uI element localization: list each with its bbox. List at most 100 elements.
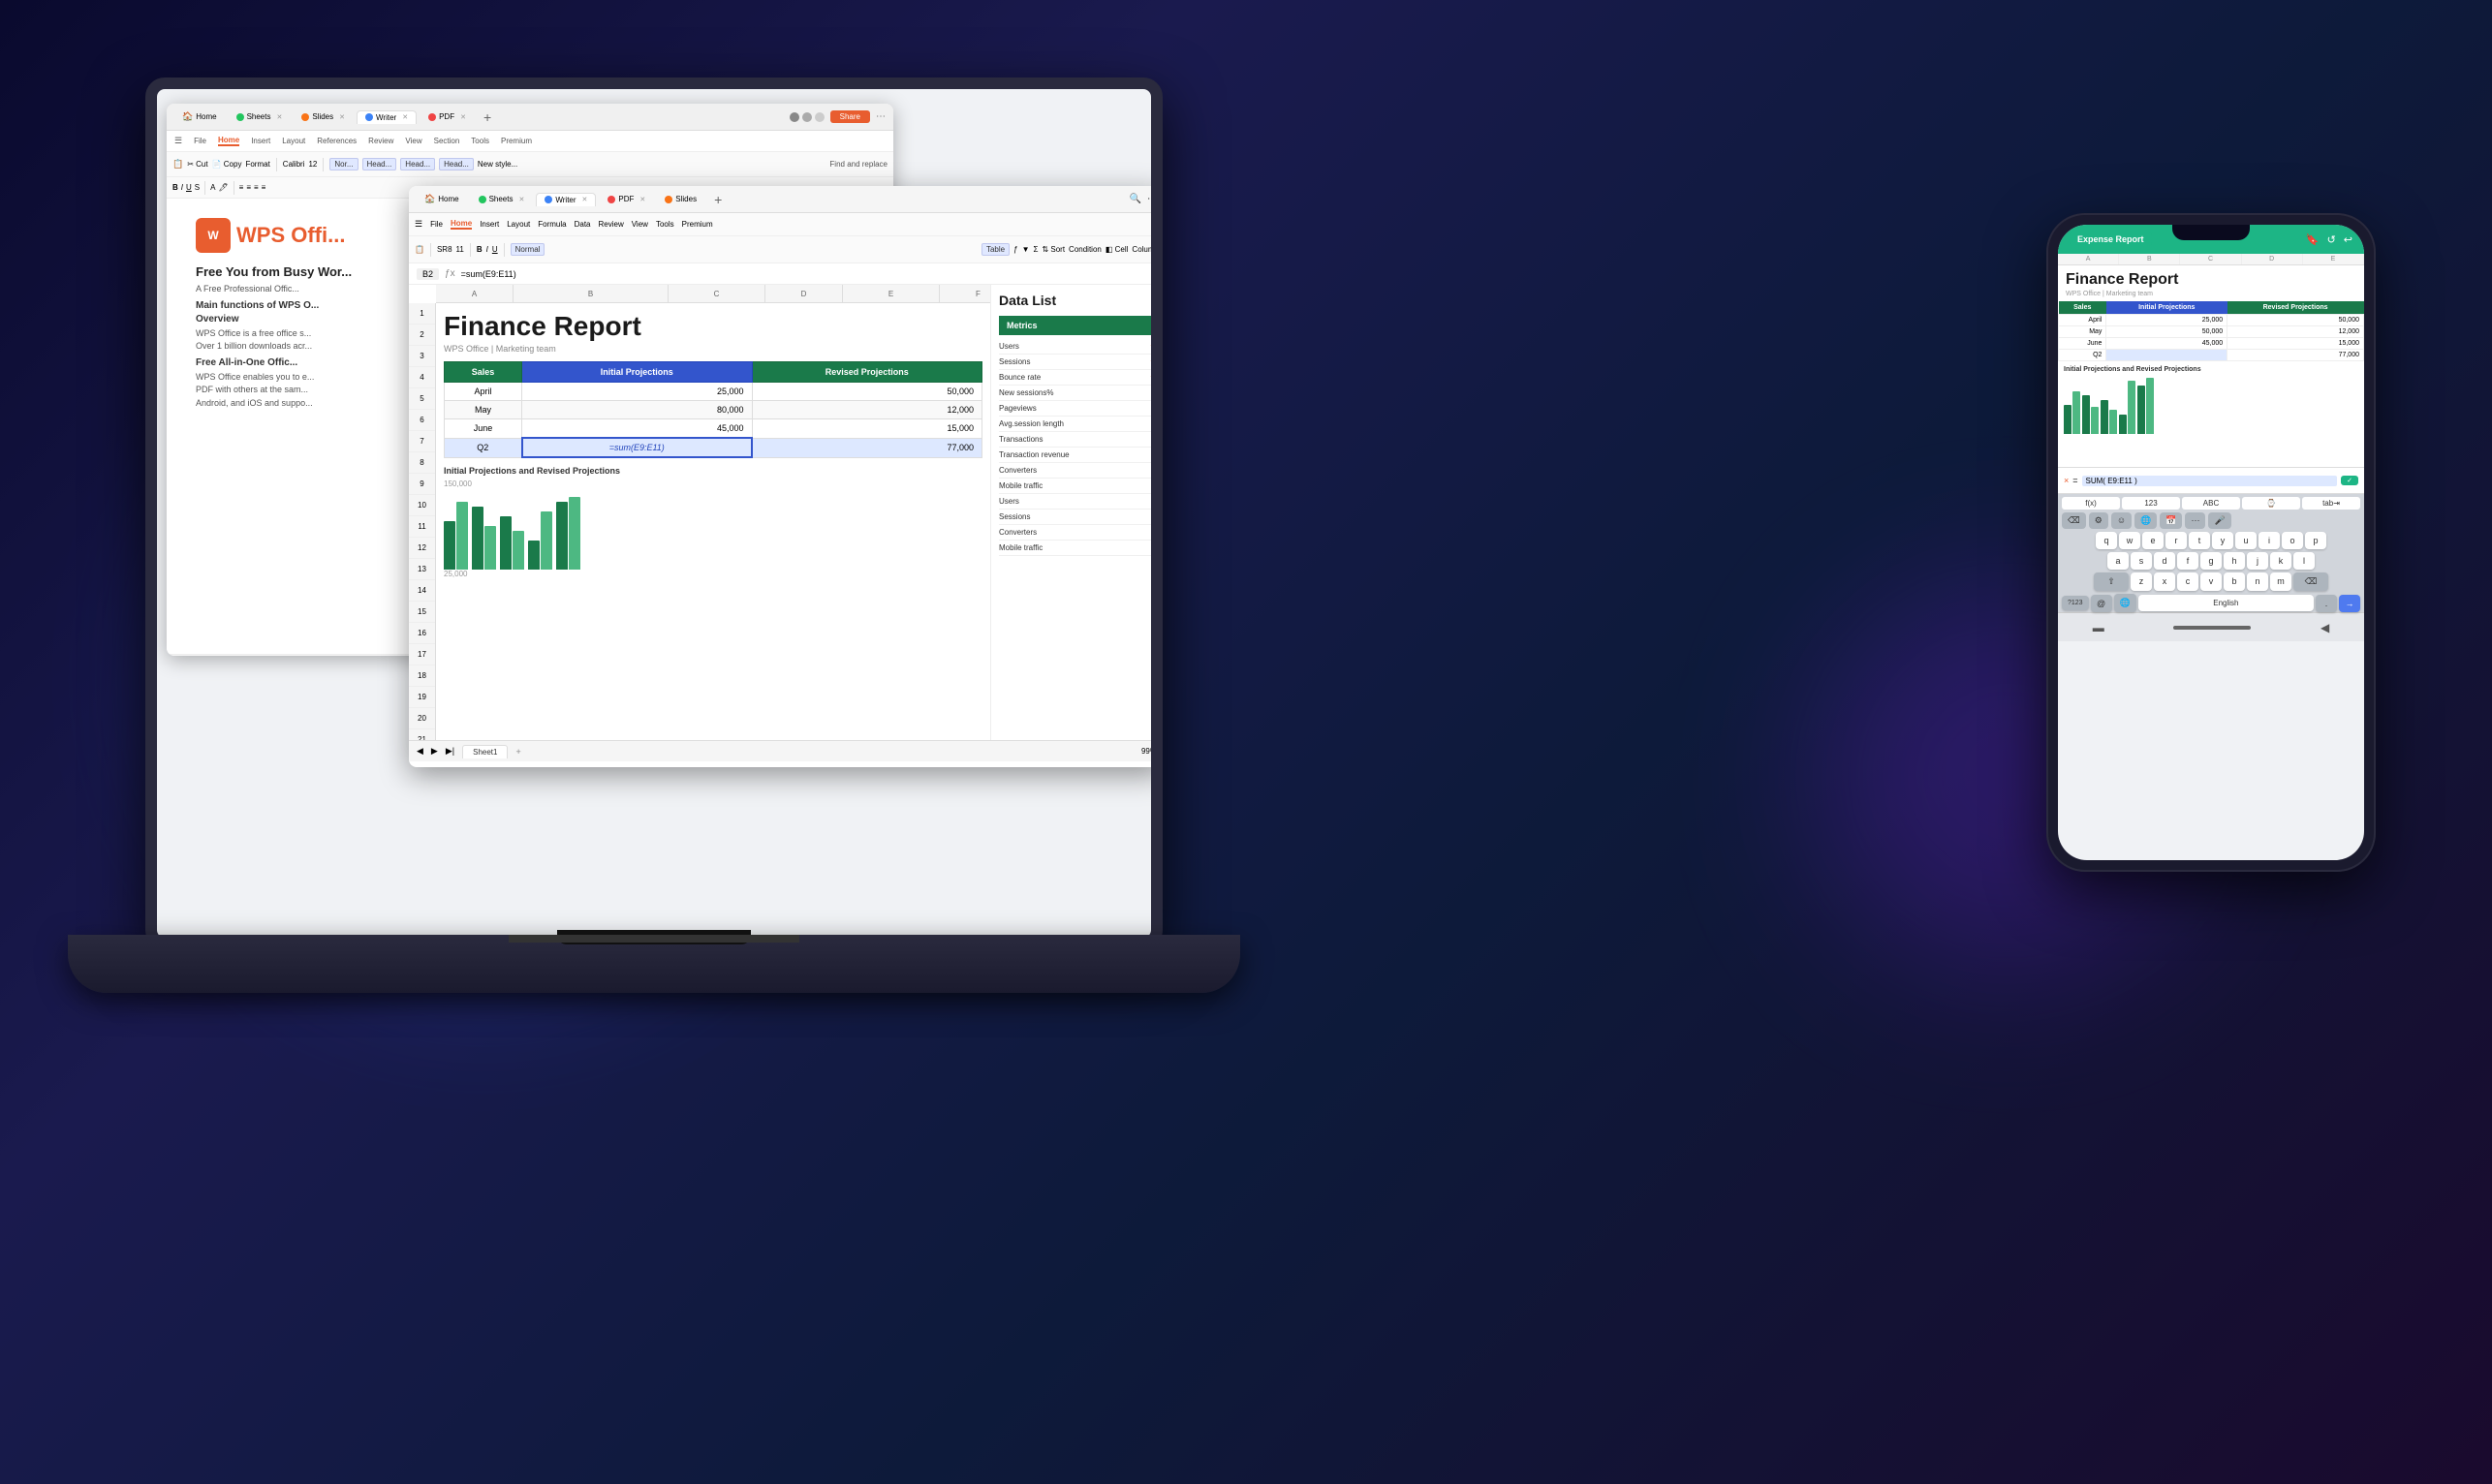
phone-q2-initial[interactable] — [2106, 350, 2227, 361]
tab-slides-close[interactable]: ✕ — [339, 113, 345, 121]
tab-home[interactable]: 🏠 Home — [174, 109, 225, 124]
key-f[interactable]: f — [2177, 552, 2198, 570]
tab-slides[interactable]: Slides ✕ — [294, 110, 353, 123]
cell-june-label[interactable]: June — [445, 419, 522, 439]
cell-q2-formula[interactable]: =sum(E9:E11) — [522, 438, 753, 457]
metric-sessions[interactable]: Sessions ★ — [999, 355, 1151, 370]
condition-icon[interactable]: Condition — [1069, 245, 1102, 254]
phone-bookmark-icon[interactable]: 🔖 — [2306, 233, 2320, 246]
kb-more-icon[interactable]: ··· — [2185, 512, 2205, 529]
style-normal[interactable]: Nor... — [329, 160, 358, 169]
highlight-btn[interactable]: 🖊 — [218, 183, 228, 192]
paste-icon[interactable]: 📋 — [172, 159, 183, 170]
italic-btn[interactable]: I — [181, 183, 183, 192]
key-m[interactable]: m — [2270, 572, 2291, 591]
normal-btn[interactable]: Normal — [511, 243, 545, 256]
key-n[interactable]: n — [2247, 572, 2268, 591]
style-heading1[interactable]: Head... — [362, 160, 397, 169]
phone-april-revised[interactable]: 50,000 — [2227, 315, 2364, 326]
share-button[interactable]: Share — [830, 110, 870, 123]
phone-home-indicator[interactable] — [2173, 626, 2251, 630]
key-q[interactable]: q — [2096, 532, 2117, 549]
sheets-formula-menu[interactable]: Formula — [538, 220, 566, 229]
style-heading3[interactable]: Head... — [439, 160, 474, 169]
style-normal-btn[interactable]: Nor... — [329, 158, 358, 170]
sort-icon[interactable]: ⇅ Sort — [1042, 245, 1065, 254]
metric-users-2[interactable]: Users — [999, 494, 1151, 510]
metric-mobile-2[interactable]: Mobile traffic — [999, 541, 1151, 556]
key-j[interactable]: j — [2247, 552, 2268, 570]
tab-writer[interactable]: Writer ✕ — [357, 110, 417, 124]
more-icon[interactable]: ⋯ — [1147, 194, 1151, 204]
phone-q2-label[interactable]: Q2 — [2059, 350, 2106, 361]
metric-mobile-traffic[interactable]: Mobile traffic — [999, 479, 1151, 494]
tab-writer-close[interactable]: ✕ — [402, 113, 408, 121]
cell-may-label[interactable]: May — [445, 401, 522, 419]
key-c[interactable]: c — [2177, 572, 2198, 591]
phone-june-revised[interactable]: 15,000 — [2227, 338, 2364, 350]
cut-icon[interactable]: ✂ Cut — [187, 160, 207, 169]
hamburger-icon[interactable]: ☰ — [174, 136, 182, 146]
key-z[interactable]: z — [2131, 572, 2152, 591]
key-y[interactable]: y — [2212, 532, 2233, 549]
key-l[interactable]: l — [2293, 552, 2315, 570]
phone-may-label[interactable]: May — [2059, 326, 2106, 338]
kb-func-btn[interactable]: f(x) — [2062, 497, 2120, 510]
cell-reference[interactable]: B2 — [417, 268, 439, 280]
menu-section[interactable]: Section — [434, 137, 460, 145]
kb-123-btn[interactable]: 123 — [2122, 497, 2180, 510]
table-button[interactable]: Table — [981, 243, 1010, 256]
cell-april-label[interactable]: April — [445, 383, 522, 401]
key-e[interactable]: e — [2142, 532, 2164, 549]
menu-tools[interactable]: Tools — [471, 137, 489, 145]
sheets-font-size[interactable]: 11 — [456, 245, 464, 254]
normal-style-badge[interactable]: Normal — [511, 245, 545, 254]
search-icon[interactable]: 🔍 — [1130, 194, 1141, 204]
filter-icon[interactable]: ▼ — [1022, 245, 1030, 254]
metric-transactions[interactable]: Transactions — [999, 432, 1151, 448]
tab-pdf[interactable]: PDF ✕ — [421, 110, 474, 123]
sheets-pdf-close[interactable]: ✕ — [639, 196, 645, 203]
sheets-tab-slides[interactable]: Slides — [657, 193, 704, 205]
kb-emoji-icon[interactable]: ☺ — [2111, 512, 2132, 529]
style-h1-btn[interactable]: Head... — [362, 158, 397, 170]
phone-bottom-square[interactable]: ▬ — [2093, 621, 2104, 634]
kb-calendar-icon[interactable]: 📅 — [2160, 512, 2182, 529]
sheets-underline[interactable]: U — [492, 245, 498, 254]
sheets-tab-writer[interactable]: Writer ✕ — [536, 193, 596, 206]
tab-sheets-close[interactable]: ✕ — [276, 113, 282, 121]
metric-sessions-2[interactable]: Sessions — [999, 510, 1151, 525]
metric-avg-session[interactable]: Avg.session length — [999, 417, 1151, 432]
sheets-tools-menu[interactable]: Tools — [656, 220, 674, 229]
key-x[interactable]: x — [2154, 572, 2175, 591]
metric-users[interactable]: Users ★ — [999, 339, 1151, 355]
key-g[interactable]: g — [2200, 552, 2222, 570]
cell-may-initial[interactable]: 80,000 — [522, 401, 753, 419]
copy-icon[interactable]: 📄 Copy — [212, 160, 242, 169]
sheets-data-menu[interactable]: Data — [575, 220, 591, 229]
kb-abc-btn[interactable]: ABC — [2182, 497, 2240, 510]
key-s[interactable]: s — [2131, 552, 2152, 570]
phone-q2-revised[interactable]: 77,000 — [2227, 350, 2364, 361]
phone-april-label[interactable]: April — [2059, 315, 2106, 326]
sheets-tab-pdf[interactable]: PDF ✕ — [600, 193, 653, 205]
sheets-hamburger[interactable]: ☰ — [415, 219, 422, 230]
menu-insert[interactable]: Insert — [251, 137, 270, 145]
key-b[interactable]: b — [2224, 572, 2245, 591]
sheets-italic[interactable]: I — [486, 245, 488, 254]
key-o[interactable]: o — [2282, 532, 2303, 549]
bold-btn[interactable]: B — [172, 183, 178, 192]
sheets-paste-icon[interactable]: 📋 — [415, 245, 424, 254]
style-h2-btn[interactable]: Head... — [400, 158, 435, 170]
key-k[interactable]: k — [2270, 552, 2291, 570]
key-shift[interactable]: ⇧ — [2094, 572, 2129, 591]
sheets-tab-home[interactable]: 🏠 Home — [417, 192, 467, 206]
key-u[interactable]: u — [2235, 532, 2257, 549]
metric-converters-2[interactable]: Converters — [999, 525, 1151, 541]
phone-formula-content[interactable]: SUM( E9:E11 ) — [2082, 476, 2338, 486]
style-h3-btn[interactable]: Head... — [439, 158, 474, 170]
key-return[interactable]: → — [2339, 595, 2360, 612]
format-icon[interactable]: Format — [245, 160, 269, 169]
new-tab-button[interactable]: + — [478, 109, 497, 125]
menu-premium[interactable]: Premium — [501, 137, 532, 145]
